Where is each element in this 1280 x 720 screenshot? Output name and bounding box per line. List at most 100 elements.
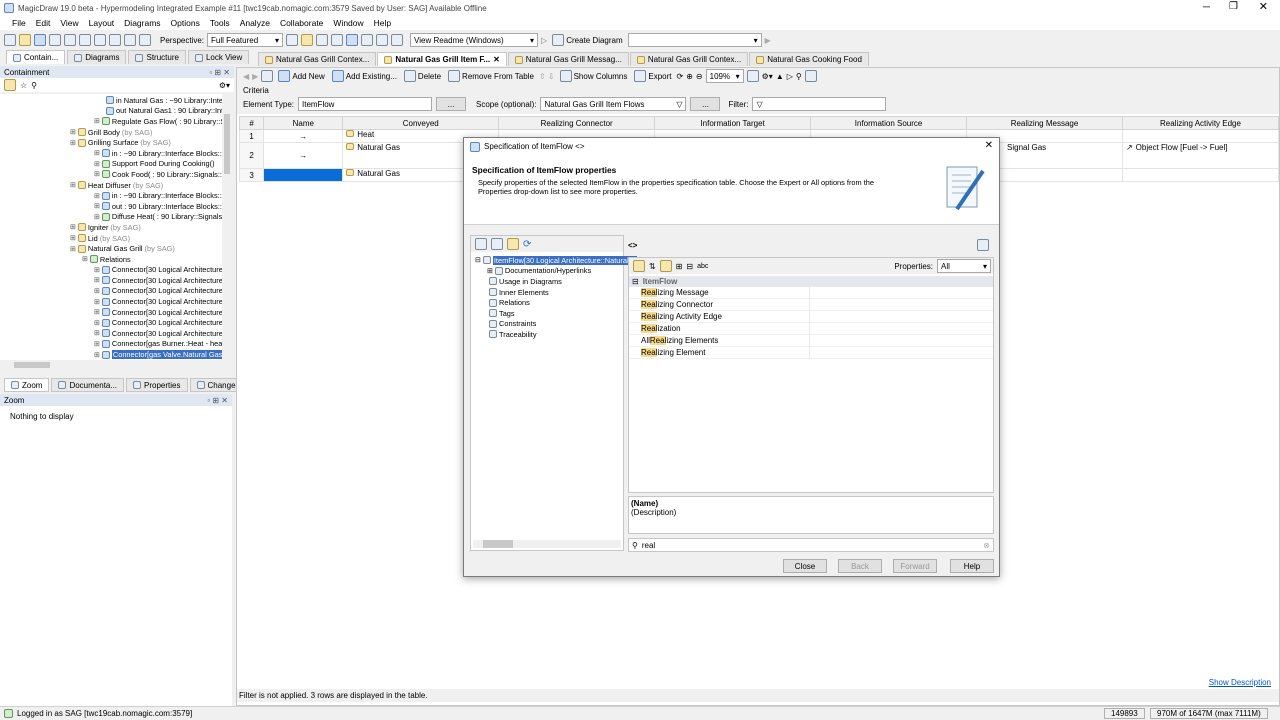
scroll-thumb[interactable]: [224, 114, 230, 174]
add-new-button[interactable]: Add New: [276, 69, 326, 83]
clear-search-icon[interactable]: ⊗: [983, 541, 990, 550]
gear-icon[interactable]: ⚙▾: [219, 81, 230, 90]
expand-icon[interactable]: ⊞: [676, 262, 683, 271]
open-icon[interactable]: [19, 34, 31, 46]
refresh-icon[interactable]: ⟳: [677, 72, 684, 81]
run-icon[interactable]: ▷: [787, 72, 793, 81]
folder-icon[interactable]: [4, 79, 16, 91]
menu-tools[interactable]: Tools: [210, 18, 230, 28]
tree-item[interactable]: ⊞ in : ~90 Library::Interface Blocks::Hea: [0, 190, 222, 201]
tree-item[interactable]: ⊞ Connector[gas Burner.:Heat - heat: [0, 339, 222, 350]
tree-item[interactable]: ⊞ Lid (by SAG): [0, 233, 222, 244]
show-description-link[interactable]: Show Description: [1209, 678, 1271, 687]
toolbar-icon-5[interactable]: [346, 34, 359, 46]
column-header[interactable]: Conveyed: [342, 116, 500, 130]
spec-tree-item[interactable]: ⊞ Documentation/Hyperlinks: [471, 266, 623, 277]
property-value[interactable]: [809, 335, 989, 347]
expand-icon[interactable]: ⊞: [70, 223, 76, 231]
name-cell[interactable]: →: [263, 129, 344, 143]
menu-layout[interactable]: Layout: [89, 18, 115, 28]
hscroll-thumb[interactable]: [483, 540, 513, 548]
property-value[interactable]: [809, 299, 989, 311]
doc-tab-0[interactable]: Natural Gas Grill Contex...: [258, 52, 377, 66]
menu-collaborate[interactable]: Collaborate: [280, 18, 323, 28]
abc-icon[interactable]: abc: [697, 263, 708, 270]
tree-view-icon[interactable]: [475, 238, 487, 250]
zoom-panel-controls[interactable]: ▫ ⊞ ✕: [207, 396, 228, 405]
name-cell[interactable]: →: [263, 142, 344, 169]
left-tab-2[interactable]: Structure: [128, 50, 186, 64]
expand-icon[interactable]: ⊟: [475, 256, 481, 264]
spec-tree-item[interactable]: Usage in Diagrams: [471, 276, 623, 287]
sort-icon[interactable]: ▲: [776, 72, 784, 81]
toolbar-icon-3[interactable]: [316, 34, 329, 46]
settings-icon[interactable]: ⚙▾: [762, 72, 773, 81]
new-project-icon[interactable]: [4, 34, 16, 46]
export-button[interactable]: Export: [632, 69, 673, 83]
close-tab-icon[interactable]: ✕: [493, 55, 500, 64]
column-header[interactable]: Name: [263, 116, 344, 130]
toolbar-icon-8[interactable]: [391, 34, 404, 46]
create-diagram-button[interactable]: Create Diagram: [550, 33, 624, 47]
collapse-icon[interactable]: ⊟: [686, 262, 693, 271]
remove-from-table-button[interactable]: Remove From Table: [446, 69, 536, 83]
expand-icon[interactable]: ⊞: [70, 245, 76, 253]
toolbar-icon-4[interactable]: [331, 34, 344, 46]
expand-icon[interactable]: ⊞: [94, 276, 100, 284]
tree-item[interactable]: ⊞ Grilling Surface (by SAG): [0, 137, 222, 148]
property-value[interactable]: [809, 311, 989, 323]
search-icon[interactable]: ⚲: [31, 81, 37, 90]
column-header[interactable]: Realizing Message: [966, 116, 1123, 130]
star-icon[interactable]: ☆: [20, 81, 27, 90]
expand-icon[interactable]: ⊞: [94, 308, 100, 316]
print-icon[interactable]: [49, 34, 61, 46]
scope-field[interactable]: Natural Gas Grill Item Flows ▽: [540, 97, 687, 111]
play-icon[interactable]: ▷: [541, 36, 547, 45]
panel-controls[interactable]: ▫ ⊞ ✕: [209, 68, 230, 77]
quick-filter-box[interactable]: ⚲ real ⊗: [628, 538, 994, 552]
menu-view[interactable]: View: [60, 18, 78, 28]
expand-icon[interactable]: ⊞: [94, 351, 100, 359]
doc-tab-1[interactable]: Natural Gas Grill Item F... ✕: [377, 52, 507, 66]
tree-item[interactable]: ⊞ Connector[30 Logical Architecture:: [0, 307, 222, 318]
property-value[interactable]: [809, 347, 989, 359]
doc-tab-3[interactable]: Natural Gas Grill Contex...: [629, 52, 749, 66]
toolbar-icon-1[interactable]: [286, 34, 299, 46]
column-header[interactable]: Realizing Activity Edge: [1121, 116, 1280, 130]
tree-item[interactable]: ⊞ Connector[30 Logical Architecture:: [0, 275, 222, 286]
pan-icon[interactable]: [124, 34, 136, 46]
tree-item[interactable]: ⊞ Connector[30 Logical Architecture:: [0, 328, 222, 339]
zoom-out-icon[interactable]: ⊖: [696, 72, 703, 81]
realizing-edge-cell[interactable]: [1121, 168, 1280, 182]
tree-vscrollbar[interactable]: [222, 94, 232, 364]
quick-filter-input[interactable]: real: [642, 541, 655, 550]
delete-button[interactable]: Delete: [402, 69, 443, 83]
doc-tab-2[interactable]: Natural Gas Grill Messag...: [507, 52, 629, 66]
lock-icon[interactable]: [977, 239, 989, 251]
spec-tree-item[interactable]: Tags: [471, 308, 623, 319]
undo-icon[interactable]: [94, 34, 106, 46]
validate-icon[interactable]: [139, 34, 151, 46]
expand-icon[interactable]: ⊞: [94, 287, 100, 295]
tree-item[interactable]: ⊞ Cook Food( : 90 Library::Signals::Raw: [0, 169, 222, 180]
realizing-edge-cell[interactable]: ↗ Object Flow [Fuel -> Fuel]: [1121, 142, 1280, 169]
menu-file[interactable]: File: [12, 18, 26, 28]
categorized-icon[interactable]: [633, 260, 645, 272]
expand-icon[interactable]: ⊞: [94, 160, 100, 168]
column-header[interactable]: Information Target: [654, 116, 812, 130]
expand-icon[interactable]: ⊞: [94, 329, 100, 337]
realizing-edge-cell[interactable]: [1121, 129, 1280, 143]
element-type-browse-button[interactable]: ...: [436, 97, 466, 111]
forward-icon[interactable]: ▶: [252, 72, 258, 81]
name-cell[interactable]: [263, 168, 344, 182]
close-button[interactable]: Close: [783, 559, 827, 573]
tree-item[interactable]: ⊞ Connector[30 Logical Architecture:: [0, 265, 222, 276]
hierarchy-icon[interactable]: [491, 238, 503, 250]
toolbar-icon-6[interactable]: [361, 34, 374, 46]
expand-icon[interactable]: ⊞: [82, 255, 88, 263]
spec-tree-item[interactable]: Inner Elements: [471, 287, 623, 298]
expand-icon[interactable]: ⊞: [94, 213, 100, 221]
hscroll-thumb[interactable]: [14, 362, 50, 368]
menu-options[interactable]: Options: [171, 18, 200, 28]
tree-item[interactable]: out Natural Gas1 : 90 Library::Interfac: [0, 106, 222, 117]
